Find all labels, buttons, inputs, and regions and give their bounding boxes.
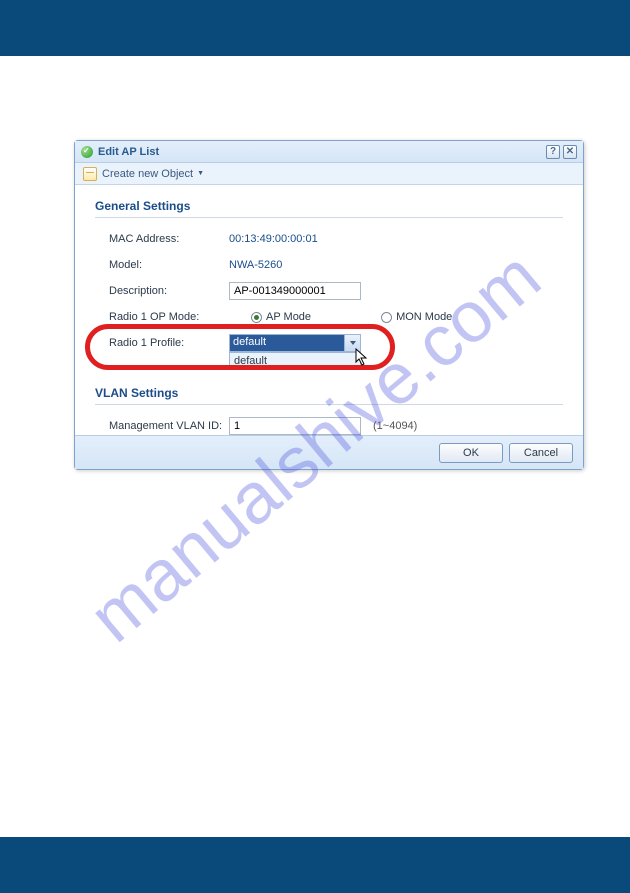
vlan-id-input[interactable]: [229, 417, 361, 435]
mac-address-label: MAC Address:: [109, 233, 229, 245]
dialog-toolbar: Create new Object ▼: [75, 163, 583, 185]
ap-mode-radio[interactable]: AP Mode: [251, 311, 311, 323]
close-button[interactable]: ✕: [563, 145, 577, 159]
dialog-content: General Settings MAC Address: 00:13:49:0…: [75, 185, 583, 435]
model-value: NWA-5260: [229, 259, 282, 271]
radio-profile-value: default: [230, 335, 344, 351]
dialog-title: Edit AP List: [98, 146, 159, 158]
description-input[interactable]: [229, 282, 361, 300]
create-object-icon: [83, 167, 97, 181]
dialog-icon: [81, 146, 93, 158]
mon-mode-label: MON Mode: [396, 311, 452, 323]
dialog-button-bar: OK Cancel: [75, 435, 583, 469]
radio-profile-dropdown[interactable]: default: [229, 334, 361, 352]
vlan-id-label: Management VLAN ID:: [109, 420, 229, 432]
create-object-button[interactable]: Create new Object: [102, 168, 193, 180]
op-mode-label: Radio 1 OP Mode:: [109, 311, 229, 323]
mon-mode-radio[interactable]: MON Mode: [381, 311, 452, 323]
vlan-settings-heading: VLAN Settings: [95, 380, 563, 405]
page-top-banner-corner: [295, 0, 331, 56]
page-bottom-banner: [0, 837, 630, 893]
cancel-button[interactable]: Cancel: [509, 443, 573, 463]
edit-ap-list-dialog: Edit AP List ? ✕ Create new Object ▼ Gen…: [74, 140, 584, 470]
description-label: Description:: [109, 285, 229, 297]
chevron-down-icon[interactable]: [344, 335, 360, 351]
ok-button[interactable]: OK: [439, 443, 503, 463]
model-label: Model:: [109, 259, 229, 271]
radio-profile-option-default[interactable]: default: [230, 353, 360, 369]
profile-label: Radio 1 Profile:: [109, 337, 229, 349]
create-object-caret-icon[interactable]: ▼: [197, 170, 204, 177]
help-button[interactable]: ?: [546, 145, 560, 159]
vlan-id-hint: (1~4094): [373, 420, 417, 432]
ap-mode-label: AP Mode: [266, 311, 311, 323]
radio-icon: [381, 312, 392, 323]
radio-icon: [251, 312, 262, 323]
general-settings-heading: General Settings: [95, 193, 563, 218]
dialog-titlebar: Edit AP List ? ✕: [75, 141, 583, 163]
radio-profile-options: default: [229, 352, 361, 370]
mac-address-value: 00:13:49:00:00:01: [229, 233, 318, 245]
